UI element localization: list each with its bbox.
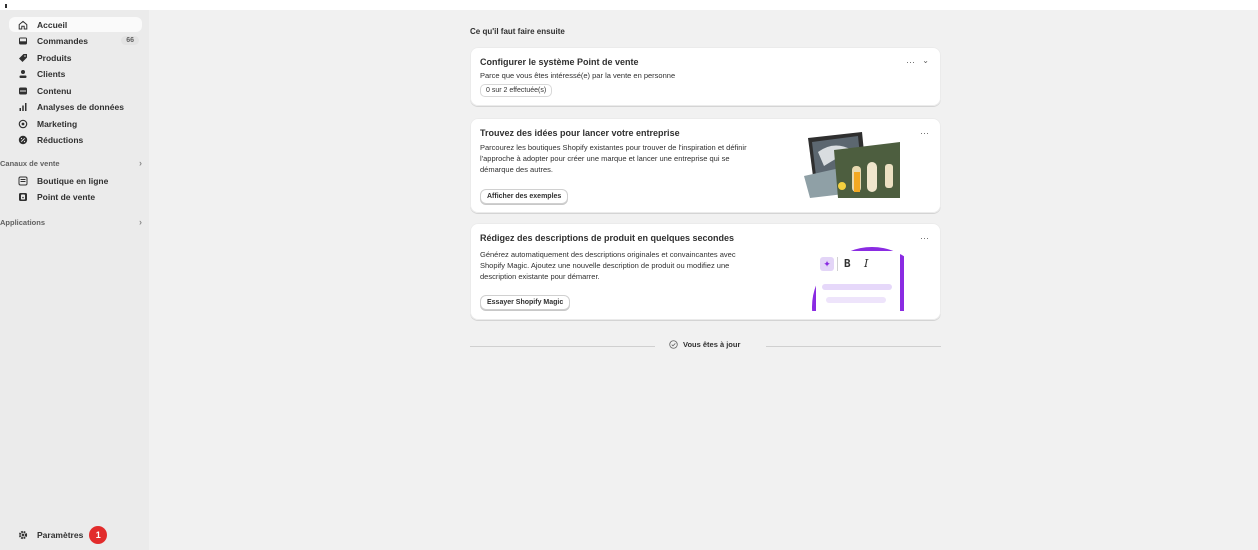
sidebar-item-point-de-vente[interactable]: Point de vente [9,189,142,204]
sidebar-item-analyses[interactable]: Analyses de données [9,99,142,114]
gear-icon [15,530,31,540]
sidebar-item-commandes[interactable]: Commandes 66 [9,33,142,48]
discount-icon [15,135,31,145]
inbox-icon [15,36,31,46]
chevron-right-icon: › [139,158,142,168]
sidebar-item-parametres[interactable]: Paramètres 1 [9,526,108,544]
pos-icon [15,192,31,202]
sidebar-item-label: Boutique en ligne [37,175,109,186]
try-shopify-magic-button[interactable]: Essayer Shopify Magic [480,295,571,310]
more-actions-icon[interactable]: ··· [920,128,929,138]
up-to-date-status: Vous êtes à jour [669,340,740,349]
chevron-right-icon: › [139,217,142,227]
sidebar-item-label: Réductions [37,134,84,145]
card-text-line: l'approche à adopter pour créer une marq… [480,154,730,163]
sidebar-item-label: Contenu [37,85,72,96]
sales-channels-header[interactable]: Canaux de vente › [0,156,142,170]
orders-count-badge: 66 [121,36,139,45]
sidebar-item-label: Marketing [37,118,78,129]
sidebar-item-contenu[interactable]: Contenu [9,83,142,98]
sidebar-item-accueil[interactable]: Accueil [9,17,142,32]
sidebar-item-label: Analyses de données [37,101,124,112]
magic-editor-illustration: ✦ B I [808,247,904,311]
store-examples-illustration [804,132,900,198]
sidebar-item-reductions[interactable]: Réductions [9,132,142,147]
check-circle-icon [669,340,678,349]
sidebar-item-label: Point de vente [37,191,96,202]
card-text-line: Parcourez les boutiques Shopify existant… [480,143,747,152]
applications-header[interactable]: Applications › [0,215,142,229]
target-icon [15,119,31,129]
pos-setup-card[interactable]: Configurer le système Point de vente ···… [470,47,941,106]
card-title: Rédigez des descriptions de produit en q… [480,233,735,243]
sidebar-item-label: Clients [37,68,66,79]
card-text-line: Générez automatiquement des descriptions… [480,250,736,259]
content-icon [15,86,31,96]
tag-icon [15,53,31,63]
sidebar: Accueil Commandes 66 Produits Clients Co… [0,10,149,550]
card-title: Trouvez des idées pour lancer votre entr… [480,128,680,138]
sidebar-item-produits[interactable]: Produits [9,50,142,65]
italic-format-icon: I [864,257,869,270]
card-title: Configurer le système Point de vente [480,57,639,67]
more-actions-icon[interactable]: ··· [906,57,915,67]
applications-title: Applications [0,217,46,227]
app-frame: Accueil Commandes 66 Produits Clients Co… [0,10,1258,550]
sidebar-item-label: Commandes [37,35,89,46]
home-icon [15,20,31,30]
magic-card: Rédigez des descriptions de produit en q… [470,223,941,320]
sidebar-item-clients[interactable]: Clients [9,66,142,81]
progress-pill: 0 sur 2 effectuée(s) [480,84,553,97]
settings-notification-badge: 1 [89,526,108,544]
show-examples-button[interactable]: Afficher des exemples [480,189,569,204]
more-actions-icon[interactable]: ··· [920,233,929,243]
divider-line [470,346,655,347]
sales-channels-title: Canaux de vente [0,158,60,168]
sidebar-item-boutique-en-ligne[interactable]: Boutique en ligne [9,173,142,188]
chart-bars-icon [15,102,31,112]
ideas-card: Trouvez des idées pour lancer votre entr… [470,118,941,213]
card-text-line: démarque des autres. [480,165,553,174]
chevron-down-icon[interactable]: ⌄ [922,56,929,65]
sidebar-item-label: Accueil [37,19,68,30]
card-text-line: Shopify Magic. Ajoutez une nouvelle desc… [480,261,730,270]
up-to-date-divider: Vous êtes à jour [470,340,941,352]
card-text: Parce que vous êtes intéressé(e) par la … [480,71,676,80]
card-text-line: description existante pour démarrer. [480,272,600,281]
store-icon [15,176,31,186]
page-title: Ce qu'il faut faire ensuite [470,27,565,36]
window-corner-mark [5,4,7,8]
sidebar-item-marketing[interactable]: Marketing [9,116,142,131]
sidebar-item-label: Paramètres [37,530,84,540]
sidebar-item-label: Produits [37,52,72,63]
person-icon [15,69,31,79]
divider-line [766,346,941,347]
sparkle-icon: ✦ [820,257,834,271]
bold-format-icon: B [844,257,851,270]
up-to-date-label: Vous êtes à jour [683,340,741,349]
